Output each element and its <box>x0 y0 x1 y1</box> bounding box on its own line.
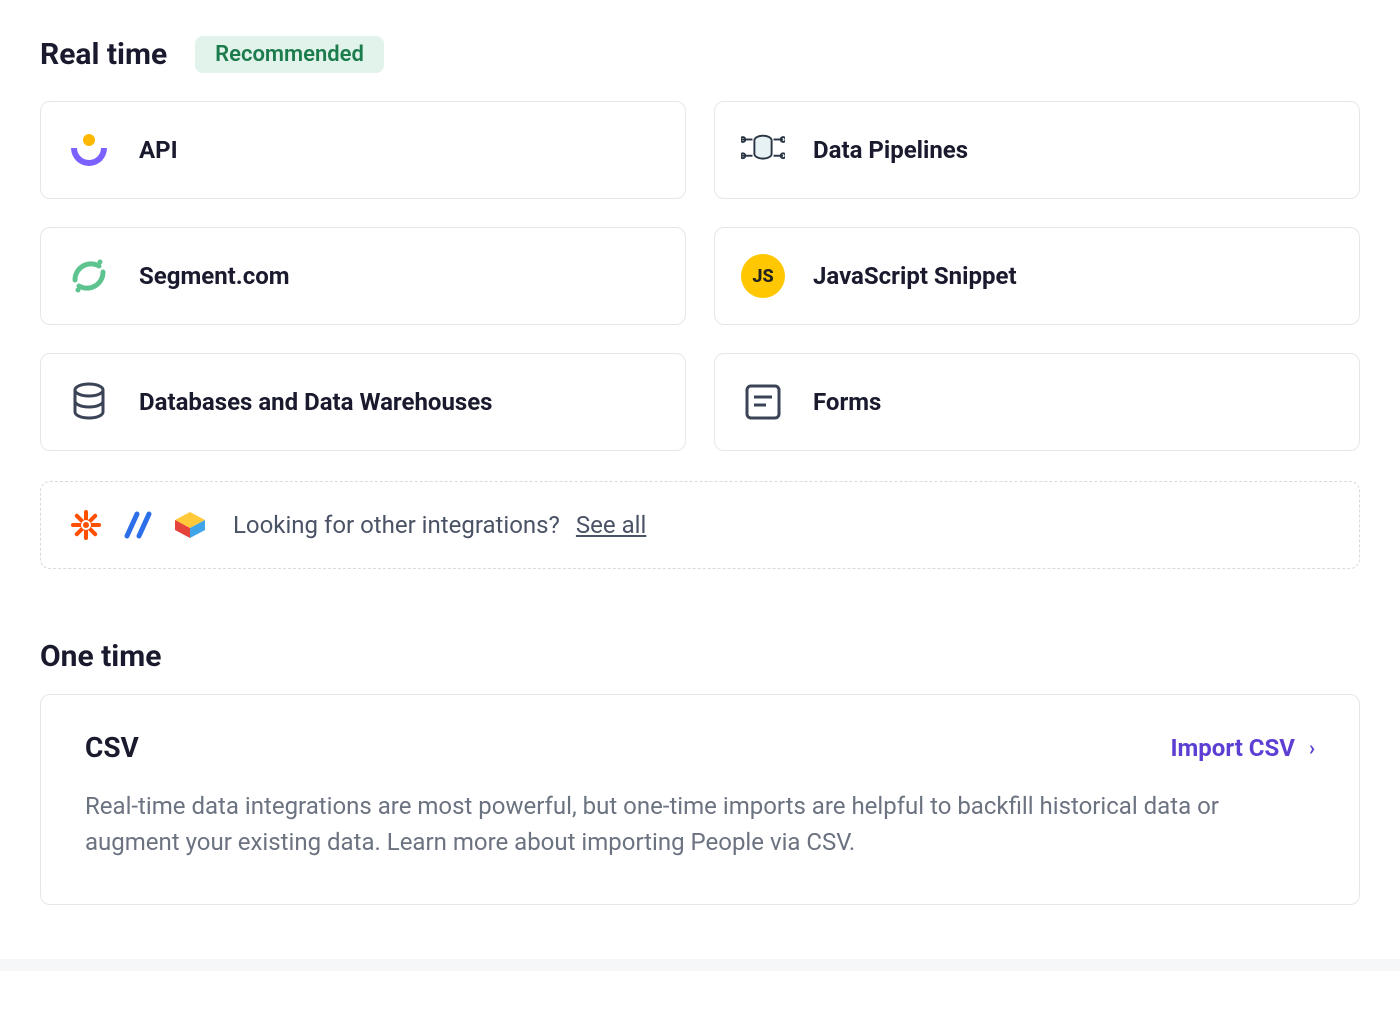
onetime-title: One time <box>40 639 161 674</box>
card-javascript-snippet-label: JavaScript Snippet <box>813 262 1017 290</box>
zapier-icon <box>69 508 103 542</box>
card-api[interactable]: API <box>40 101 686 199</box>
csv-card: CSV Import CSV › Real-time data integrat… <box>40 694 1360 905</box>
card-forms-label: Forms <box>813 388 881 416</box>
forms-icon <box>741 380 785 424</box>
box-icon <box>173 508 207 542</box>
card-data-pipelines[interactable]: Data Pipelines <box>714 101 1360 199</box>
chevron-right-icon: › <box>1309 736 1315 760</box>
card-forms[interactable]: Forms <box>714 353 1360 451</box>
card-databases-label: Databases and Data Warehouses <box>139 388 493 416</box>
csv-description: Real-time data integrations are most pow… <box>85 788 1315 860</box>
api-icon <box>67 128 111 172</box>
onetime-section-header: One time <box>40 639 1360 674</box>
import-csv-link[interactable]: Import CSV › <box>1170 734 1315 762</box>
data-pipelines-icon <box>741 128 785 172</box>
recommended-badge: Recommended <box>195 36 384 73</box>
other-integrations-bar: Looking for other integrations? See all <box>40 481 1360 569</box>
csv-title: CSV <box>85 731 139 764</box>
see-all-link[interactable]: See all <box>576 511 646 539</box>
csv-card-header: CSV Import CSV › <box>85 731 1315 764</box>
stripes-icon <box>121 508 155 542</box>
card-segment-label: Segment.com <box>139 262 290 290</box>
card-javascript-snippet[interactable]: JS JavaScript Snippet <box>714 227 1360 325</box>
realtime-title: Real time <box>40 37 167 72</box>
import-csv-label: Import CSV <box>1170 734 1294 762</box>
realtime-section-header: Real time Recommended <box>40 36 1360 73</box>
footer-divider <box>0 959 1400 971</box>
javascript-icon: JS <box>741 254 785 298</box>
database-icon <box>67 380 111 424</box>
realtime-cards-grid: API Data Pipelines <box>40 101 1360 451</box>
card-segment[interactable]: Segment.com <box>40 227 686 325</box>
integrations-icon-group <box>69 508 207 542</box>
integrations-prompt-text: Looking for other integrations? <box>233 511 560 539</box>
segment-icon <box>67 254 111 298</box>
card-data-pipelines-label: Data Pipelines <box>813 136 968 164</box>
card-api-label: API <box>139 136 178 164</box>
card-databases[interactable]: Databases and Data Warehouses <box>40 353 686 451</box>
